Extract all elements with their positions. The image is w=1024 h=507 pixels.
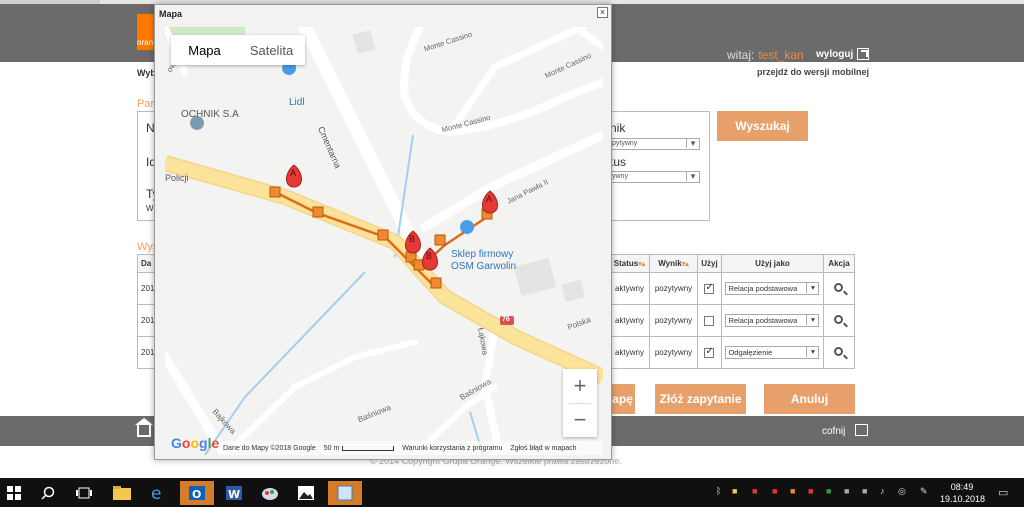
col-use: Użyj — [696, 254, 722, 273]
col-use-as: Użyj jako — [720, 254, 824, 273]
tray-app-icon[interactable]: ■ — [790, 486, 795, 496]
map-data-attribution: Dane do Mapy ©2018 Google — [223, 444, 316, 452]
zoom-out-button[interactable]: − — [563, 403, 597, 437]
map-type-satellite-button[interactable]: Satelita — [238, 35, 305, 65]
svg-text:O: O — [192, 488, 201, 501]
map-type-control: Mapa Satelita — [171, 35, 305, 65]
params-panel-right: nik pytywny tus ywny — [610, 111, 710, 221]
network-icon[interactable]: ◎ — [898, 486, 906, 497]
tray-app-icon[interactable]: ■ — [862, 486, 867, 496]
paint-icon[interactable] — [258, 481, 282, 505]
file-explorer-icon[interactable] — [110, 481, 134, 505]
map-label-sklep1: Sklep firmowy — [451, 249, 514, 260]
zoom-control: + − — [563, 369, 597, 437]
taskbar-clock[interactable]: 08:49 19.10.2018 — [940, 481, 985, 505]
map-dialog: Mapa × Lidl OCHNIK S.A Policji ows Cment… — [154, 4, 612, 460]
map-attribution: Dane do Mapy ©2018 Google 50 m Warunki k… — [223, 441, 603, 455]
mobile-version-link[interactable]: przejdź do wersji mobilnej — [757, 67, 869, 77]
photos-icon[interactable] — [294, 481, 318, 505]
close-icon[interactable]: × — [597, 7, 608, 18]
map-label-ochnik: OCHNIK S.A — [181, 109, 239, 120]
marker-a-west[interactable]: A — [290, 168, 296, 178]
use-checkbox[interactable] — [704, 346, 715, 358]
back-icon[interactable] — [855, 424, 868, 436]
zoom-in-button[interactable]: + — [563, 369, 597, 403]
windows-start-icon[interactable] — [2, 481, 26, 505]
submit-request-button[interactable]: Złóż zapytanie — [655, 384, 746, 414]
status-label: tus — [610, 155, 627, 169]
cancel-button[interactable]: Anuluj — [764, 384, 855, 414]
use-as-select[interactable]: Relacja podstawowa — [725, 314, 820, 327]
map-report-link[interactable]: Zgłoś błąd w mapach — [510, 445, 576, 452]
logout-link[interactable]: wyloguj — [816, 49, 853, 60]
tray-app-icon[interactable]: ■ — [826, 486, 831, 496]
pen-icon[interactable]: ✎ — [920, 486, 928, 497]
svg-text:e: e — [151, 484, 161, 502]
volume-icon[interactable]: ♪ — [880, 486, 885, 496]
marker-b-north[interactable]: B — [409, 234, 415, 244]
map-label-lidl: Lidl — [289, 97, 305, 108]
map-label-policji: Policji — [165, 173, 189, 183]
search-button[interactable]: Wyszukaj — [717, 111, 808, 141]
search-icon[interactable] — [36, 481, 60, 505]
word-icon[interactable]: W — [222, 481, 246, 505]
use-checkbox[interactable] — [704, 282, 715, 294]
show-map-button[interactable]: apę — [610, 384, 635, 414]
task-view-icon[interactable] — [72, 481, 96, 505]
back-link[interactable]: cofnij — [822, 426, 845, 437]
logout-icon[interactable] — [857, 48, 869, 60]
marker-a-east[interactable]: A — [486, 194, 492, 204]
map-label-sklep2: OSM Garwolin — [451, 261, 517, 272]
col-status[interactable]: Status▾▴ — [609, 254, 650, 273]
sort-icon: ▾▴ — [681, 261, 689, 268]
search-icon[interactable] — [834, 315, 844, 324]
status-select[interactable]: ywny — [610, 171, 700, 183]
home-icon[interactable] — [135, 418, 153, 437]
greeting: witaj: test_kan — [727, 48, 804, 62]
sort-icon: ▾▴ — [638, 261, 646, 268]
tray-app-icon[interactable]: ■ — [752, 486, 757, 496]
outlook-icon[interactable]: O — [180, 481, 214, 505]
wynik-label: nik — [610, 121, 626, 135]
map-label-road76: 76 — [502, 316, 510, 323]
google-logo: Google — [171, 435, 220, 451]
tray-app-icon[interactable]: ■ — [772, 486, 777, 496]
search-icon[interactable] — [834, 283, 844, 292]
use-as-select[interactable]: Odgałęzienie — [725, 346, 820, 359]
bluetooth-icon[interactable]: ᛒ — [716, 486, 721, 496]
map-canvas[interactable]: Lidl OCHNIK S.A Policji ows Cmentarna Mo… — [165, 27, 603, 455]
tray-app-icon[interactable]: ■ — [808, 486, 813, 496]
use-as-select[interactable]: Relacja podstawowa — [725, 282, 820, 295]
col-action: Akcja — [822, 254, 856, 273]
notifications-icon[interactable]: ▭ — [998, 486, 1008, 499]
username[interactable]: test_kan — [758, 48, 803, 62]
windows-taskbar: e O W ᛒ ■ ■ ■ ■ ■ ■ ■ ■ ♪ ◎ ✎ 08:49 19.1… — [0, 478, 1024, 507]
tray-app-icon[interactable]: ■ — [844, 486, 849, 496]
app-window-icon[interactable] — [328, 481, 362, 505]
use-checkbox[interactable] — [704, 315, 715, 326]
dialog-title: Mapa — [159, 9, 183, 19]
tray-app-icon[interactable]: ■ — [732, 486, 737, 496]
internet-explorer-icon[interactable]: e — [146, 481, 170, 505]
map-terms-link[interactable]: Warunki korzystania z programu — [402, 445, 502, 452]
search-icon[interactable] — [834, 347, 844, 356]
map-scale-bar — [342, 445, 395, 451]
map-type-map-button[interactable]: Mapa — [171, 35, 238, 65]
wynik-select[interactable]: pytywny — [610, 138, 700, 150]
marker-b-south[interactable]: B — [426, 251, 432, 261]
map-scale-label: 50 m — [323, 444, 340, 452]
col-result[interactable]: Wynik▾▴ — [649, 254, 698, 273]
map-graphic — [165, 27, 603, 455]
svg-text:W: W — [228, 488, 240, 501]
params-heading: Par — [137, 98, 155, 110]
